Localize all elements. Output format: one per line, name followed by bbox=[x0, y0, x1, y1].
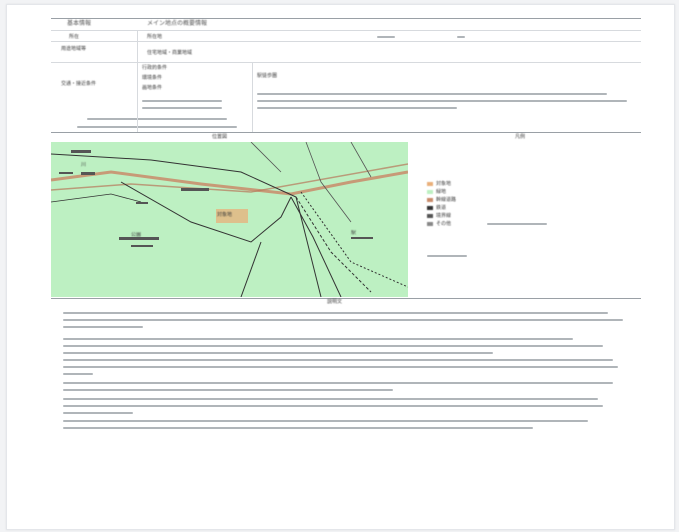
text-line bbox=[257, 93, 607, 95]
text-line bbox=[77, 126, 237, 128]
row-value: 所在地 bbox=[147, 34, 163, 40]
paragraph bbox=[63, 359, 623, 380]
row-rule bbox=[51, 62, 641, 63]
header-label: 基本情報 bbox=[67, 20, 92, 27]
legend-swatch bbox=[427, 221, 433, 226]
section-rule bbox=[51, 132, 641, 133]
row-label: 所在 bbox=[69, 34, 80, 40]
paragraph bbox=[63, 420, 623, 434]
map-caption: 位置図 bbox=[212, 134, 228, 140]
row-value: 駅徒歩圏 bbox=[257, 73, 278, 79]
map-label: 川 bbox=[81, 162, 87, 168]
map-label: 駅 bbox=[351, 230, 357, 236]
header-title: メイン地点の概要情報 bbox=[147, 20, 208, 27]
legend-item: 幹線道路 bbox=[427, 197, 456, 203]
legend-item: 境界線 bbox=[427, 213, 451, 219]
legend-item: 緑地 bbox=[427, 189, 446, 195]
paragraph bbox=[63, 312, 623, 333]
legend-swatch bbox=[427, 181, 433, 186]
text-line bbox=[257, 107, 457, 109]
legend-swatch bbox=[427, 189, 433, 194]
row-rule bbox=[51, 30, 641, 31]
document-page: 基本情報 メイン地点の概要情報 所在 所在地 用途地域等 住宅地域・商業地域 交… bbox=[6, 4, 675, 530]
map-drawing bbox=[51, 142, 408, 297]
legend-swatch bbox=[427, 197, 433, 202]
text-line bbox=[457, 36, 465, 38]
text-line bbox=[487, 223, 547, 225]
paragraph bbox=[63, 382, 623, 396]
row-label: 用途地域等 bbox=[61, 46, 87, 52]
middle-label: 画地条件 bbox=[142, 85, 163, 91]
section-rule bbox=[51, 298, 641, 299]
legend-swatch bbox=[427, 213, 433, 218]
text-line bbox=[87, 118, 227, 120]
legend-swatch bbox=[427, 205, 433, 210]
middle-label: 環境条件 bbox=[142, 75, 163, 81]
location-map: 対象地 公園 駅 川 bbox=[51, 142, 408, 297]
text-line bbox=[142, 107, 222, 109]
row-value: 住宅地域・商業地域 bbox=[147, 50, 193, 56]
legend-item: 鉄道 bbox=[427, 205, 446, 211]
table-top-rule bbox=[51, 18, 641, 19]
paragraph bbox=[63, 338, 623, 359]
map-label: 公園 bbox=[131, 232, 142, 238]
text-line bbox=[377, 36, 395, 38]
column-divider bbox=[252, 62, 253, 132]
middle-label: 行政的条件 bbox=[142, 65, 168, 71]
legend-item: その他 bbox=[427, 221, 451, 227]
legend-item: 対象地 bbox=[427, 181, 451, 187]
text-line bbox=[427, 255, 467, 257]
map-label: 対象地 bbox=[217, 212, 233, 218]
column-divider bbox=[137, 30, 138, 132]
text-line bbox=[142, 100, 222, 102]
legend-caption: 凡例 bbox=[515, 134, 526, 140]
row-rule bbox=[51, 41, 641, 42]
text-line bbox=[257, 100, 627, 102]
row-label: 交通・接近条件 bbox=[61, 81, 97, 87]
paragraph bbox=[63, 398, 623, 419]
footer-caption: 説明文 bbox=[327, 299, 343, 305]
